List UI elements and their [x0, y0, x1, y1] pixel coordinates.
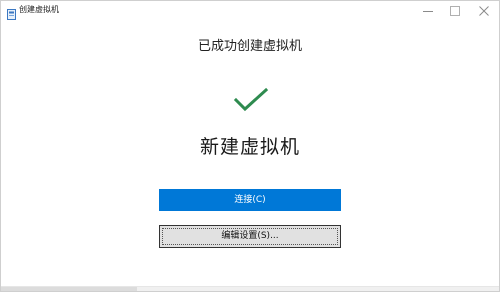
- create-vm-window: 创建虚拟机 已成功创建虚拟机 新建虚拟机 连接(C) 编辑设置(S)...: [0, 0, 500, 292]
- edit-settings-button[interactable]: 编辑设置(S)...: [159, 225, 341, 248]
- minimize-button[interactable]: [415, 1, 441, 20]
- window-title: 创建虚拟机: [19, 5, 59, 14]
- vm-name-heading: 新建虚拟机: [199, 136, 300, 158]
- close-button[interactable]: [471, 1, 497, 20]
- bottom-strip-segment: [1, 287, 137, 291]
- title-bar: 创建虚拟机: [1, 1, 499, 20]
- connect-button[interactable]: 连接(C): [159, 189, 341, 211]
- bottom-strip: [1, 286, 499, 291]
- checkmark-icon: [233, 87, 269, 113]
- hyperv-app-icon: [7, 5, 16, 20]
- minimize-icon: [423, 10, 433, 12]
- maximize-icon: [450, 5, 460, 16]
- close-icon: [479, 5, 489, 16]
- success-message: 已成功创建虚拟机: [197, 39, 302, 54]
- maximize-button[interactable]: [442, 1, 468, 20]
